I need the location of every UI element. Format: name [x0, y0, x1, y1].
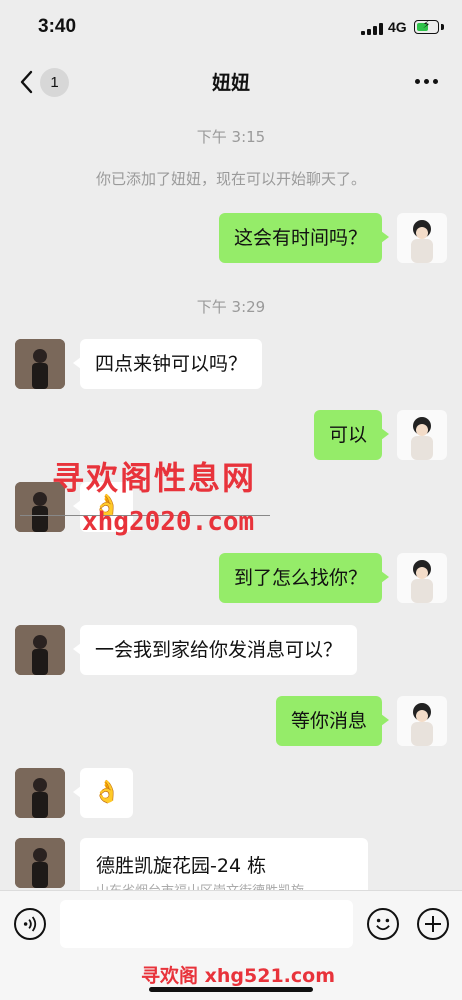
watermark-url: xhg2020.com — [82, 507, 255, 537]
more-dots-icon[interactable] — [415, 79, 439, 85]
outgoing-message[interactable]: 等你消息 — [275, 696, 390, 746]
battery-icon: ⚡ — [414, 18, 439, 34]
status-time: 3:40 — [38, 16, 77, 37]
my-avatar[interactable] — [397, 213, 447, 263]
location-card[interactable]: 德胜凯旋花园-24 栋 山东省烟台市福山区崇文街德胜凯旋 — [80, 838, 368, 890]
input-bar: 寻欢阁 xhg521.com — [0, 890, 462, 1000]
contact-avatar[interactable] — [15, 339, 65, 389]
plus-icon[interactable] — [417, 908, 449, 940]
chat-header: 1 妞妞 — [0, 56, 462, 108]
timestamp: 下午 3:29 — [196, 298, 266, 316]
message-input[interactable] — [60, 900, 353, 948]
my-avatar[interactable] — [397, 696, 447, 746]
status-bar: 3:40 4G ⚡ — [0, 0, 462, 56]
location-title: 德胜凯旋花园-24 栋 — [96, 855, 267, 877]
watermark-chinese: 寻欢阁性息网 — [52, 459, 257, 497]
chat-title: 妞妞 — [211, 72, 250, 94]
timestamp: 下午 3:15 — [196, 128, 266, 146]
my-avatar[interactable] — [397, 553, 447, 603]
contact-avatar[interactable] — [15, 768, 65, 818]
incoming-message[interactable]: 一会我到家给你发消息可以？ — [72, 625, 358, 675]
voice-icon[interactable] — [14, 908, 46, 940]
watermark-bottom: 寻欢阁 xhg521.com — [141, 965, 335, 987]
outgoing-message[interactable]: 这会有时间吗？ — [218, 213, 390, 263]
incoming-emoji-message[interactable]: 👌 — [72, 768, 134, 818]
emoji-icon[interactable] — [367, 908, 399, 940]
system-notice: 你已添加了妞妞，现在可以开始聊天了。 — [95, 170, 366, 188]
home-indicator — [149, 987, 313, 992]
location-address: 山东省烟台市福山区崇文街德胜凯旋 — [96, 880, 304, 890]
outgoing-message[interactable]: 可以 — [313, 410, 390, 460]
chevron-left-icon[interactable] — [18, 68, 38, 96]
my-avatar[interactable] — [397, 410, 447, 460]
unread-badge[interactable]: 1 — [40, 68, 69, 97]
signal-icon — [361, 23, 383, 35]
contact-avatar[interactable] — [15, 838, 65, 888]
incoming-message[interactable]: 四点来钟可以吗？ — [72, 339, 263, 389]
network-label: 4G — [388, 19, 407, 35]
contact-avatar[interactable] — [15, 625, 65, 675]
outgoing-message[interactable]: 到了怎么找你？ — [218, 553, 390, 603]
